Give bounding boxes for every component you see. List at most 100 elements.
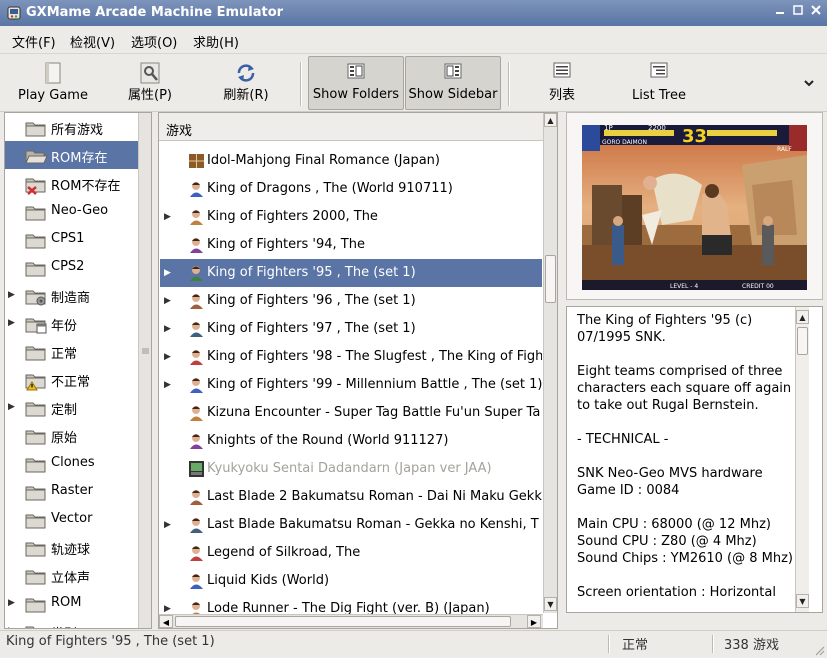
description-scrollbar[interactable]: ▲ ▼ (795, 307, 809, 612)
game-row[interactable]: Idol-Mahjong Final Romance (Japan) (160, 147, 542, 175)
toolbar-overflow-button[interactable] (802, 76, 816, 90)
refresh-button[interactable]: 刷新(R) (202, 56, 290, 110)
game-row[interactable]: ▶ King of Fighters 2000, The (160, 203, 542, 231)
chevron-down-icon (804, 80, 814, 87)
play-game-button[interactable]: Play Game (6, 56, 100, 110)
folder-open-icon (25, 150, 48, 164)
expander-arrow-icon[interactable]: ▶ (8, 402, 15, 412)
expander-arrow-icon[interactable]: ▶ (8, 290, 15, 300)
folder-item[interactable]: 不正常 (5, 365, 139, 393)
folder-item[interactable]: 立体声 (5, 561, 139, 589)
list-view-label: 列表 (548, 88, 575, 103)
expander-arrow-icon[interactable]: ▶ (164, 296, 171, 306)
game-list-vscroll-thumb[interactable] (545, 255, 556, 303)
folder-item-label: ROM (51, 595, 82, 610)
scroll-down-arrow[interactable]: ▼ (544, 597, 557, 611)
expander-arrow-icon[interactable]: ▶ (164, 352, 171, 362)
game-icon (190, 238, 203, 253)
folder-item[interactable]: Vector (5, 505, 139, 533)
expander-arrow-icon[interactable]: ▶ (8, 626, 15, 628)
play-game-icon (45, 62, 61, 84)
folder-item-label: 原始 (51, 431, 78, 446)
expander-arrow-icon[interactable]: ▶ (164, 604, 171, 614)
scroll-right-arrow[interactable]: ▶ (527, 615, 541, 628)
game-icon (190, 546, 203, 561)
description-scroll-thumb[interactable] (797, 327, 808, 355)
game-row[interactable]: ▶ King of Fighters '98 - The Slugfest , T… (160, 343, 542, 371)
game-icon (190, 490, 203, 505)
folder-item[interactable]: Clones (5, 449, 139, 477)
folder-item[interactable]: 正常 (5, 337, 139, 365)
folder-item[interactable]: ROM存在 (5, 141, 139, 169)
menu-help[interactable]: 求助(H) (193, 32, 239, 51)
status-bar: King of Fighters '95 , The (set 1) 正常 33… (0, 630, 827, 658)
game-row[interactable]: ▶ King of Fighters '97 , The (set 1) (160, 315, 542, 343)
game-icon (190, 322, 203, 337)
show-sidebar-toggle[interactable]: Show Sidebar (405, 56, 501, 110)
game-list-hscroll-thumb[interactable] (175, 616, 511, 627)
folder-item-label: Raster (51, 483, 93, 498)
game-screenshot-frame: 33 1P 2200 GORO DAIMON RALF LEVEL - 4 CR… (566, 112, 823, 300)
game-row[interactable]: ▶ Last Blade Bakumatsu Roman - Gekka no K… (160, 511, 542, 539)
description-scroll-down[interactable]: ▼ (796, 594, 809, 608)
menu-file[interactable]: 文件(F) (12, 32, 56, 51)
folder-item[interactable]: CPS1 (5, 225, 139, 253)
expander-arrow-icon[interactable]: ▶ (164, 212, 171, 222)
folder-item[interactable]: ▶ 定制 (5, 393, 139, 421)
game-row[interactable]: King of Fighters '94, The (160, 231, 542, 259)
description-scroll-up[interactable]: ▲ (796, 310, 809, 324)
game-title: King of Fighters '97 , The (set 1) (207, 321, 416, 336)
scroll-left-arrow[interactable]: ◀ (159, 615, 173, 628)
folder-tree-scrollbar[interactable] (138, 113, 151, 628)
game-row[interactable]: ▶ King of Fighters '95 , The (set 1) (160, 259, 542, 287)
status-selected-game: King of Fighters '95 , The (set 1) (6, 634, 215, 649)
folder-item[interactable]: ROM不存在 (5, 169, 139, 197)
close-button[interactable] (808, 4, 824, 20)
folder-item[interactable]: Raster (5, 477, 139, 505)
folder-item[interactable]: 所有游戏 (5, 113, 139, 141)
show-folders-toggle[interactable]: Show Folders (308, 56, 404, 110)
game-column-header[interactable]: 游戏 (159, 113, 544, 141)
game-title: King of Fighters '99 - Millennium Battle… (207, 377, 542, 392)
game-list-hscrollbar[interactable]: ◀ ▶ (159, 614, 543, 628)
game-row[interactable]: Legend of Silkroad, The (160, 539, 542, 567)
expander-arrow-icon[interactable]: ▶ (164, 324, 171, 334)
game-row[interactable]: ▶ King of Fighters '99 - Millennium Battl… (160, 371, 542, 399)
menu-view[interactable]: 检视(V) (70, 32, 115, 51)
list-view-button[interactable]: 列表 (520, 56, 604, 110)
folder-scrollbar-grip (140, 345, 151, 355)
folder-item[interactable]: ▶ 年份 (5, 309, 139, 337)
game-row[interactable]: ▶ King of Fighters '96 , The (set 1) (160, 287, 542, 315)
expander-arrow-icon[interactable]: ▶ (164, 380, 171, 390)
game-row[interactable]: Liquid Kids (World) (160, 567, 542, 595)
folder-item[interactable]: Neo-Geo (5, 197, 139, 225)
maximize-button[interactable] (790, 4, 806, 20)
game-row[interactable]: King of Dragons , The (World 910711) (160, 175, 542, 203)
expander-arrow-icon[interactable]: ▶ (164, 520, 171, 530)
folder-item[interactable]: ▶ 制造商 (5, 281, 139, 309)
list-tree-button[interactable]: List Tree (610, 56, 708, 110)
minimize-button[interactable] (772, 4, 788, 20)
folder-item-label: Vector (51, 511, 93, 526)
game-row[interactable]: Kyukyoku Sentai Dadandarn (Japan ver JAA… (160, 455, 542, 483)
folder-item[interactable]: 原始 (5, 421, 139, 449)
scroll-up-arrow[interactable]: ▲ (544, 113, 557, 127)
properties-button[interactable]: 属性(P) (106, 56, 194, 110)
game-title: King of Fighters '95 , The (set 1) (207, 265, 416, 280)
game-list-vscrollbar[interactable]: ▲ ▼ (543, 113, 557, 613)
expander-arrow-icon[interactable]: ▶ (164, 268, 171, 278)
folder-item[interactable]: 轨迹球 (5, 533, 139, 561)
folder-item[interactable]: CPS2 (5, 253, 139, 281)
game-row[interactable]: Kizuna Encounter - Super Tag Battle Fu'u… (160, 399, 542, 427)
game-screenshot: 33 1P 2200 GORO DAIMON RALF LEVEL - 4 CR… (582, 125, 807, 290)
folder-item[interactable]: ▶ 类别 (5, 617, 139, 628)
game-row[interactable]: Last Blade 2 Bakumatsu Roman - Dai Ni Ma… (160, 483, 542, 511)
expander-arrow-icon[interactable]: ▶ (8, 318, 15, 328)
p2-fighter-tag: RALF (777, 146, 792, 153)
folder-item[interactable]: ▶ ROM (5, 589, 139, 617)
game-row[interactable]: Knights of the Round (World 911127) (160, 427, 542, 455)
resize-grip-icon[interactable] (813, 644, 825, 656)
folder-icon (25, 234, 46, 249)
menu-options[interactable]: 选项(O) (131, 32, 177, 51)
expander-arrow-icon[interactable]: ▶ (8, 598, 15, 608)
